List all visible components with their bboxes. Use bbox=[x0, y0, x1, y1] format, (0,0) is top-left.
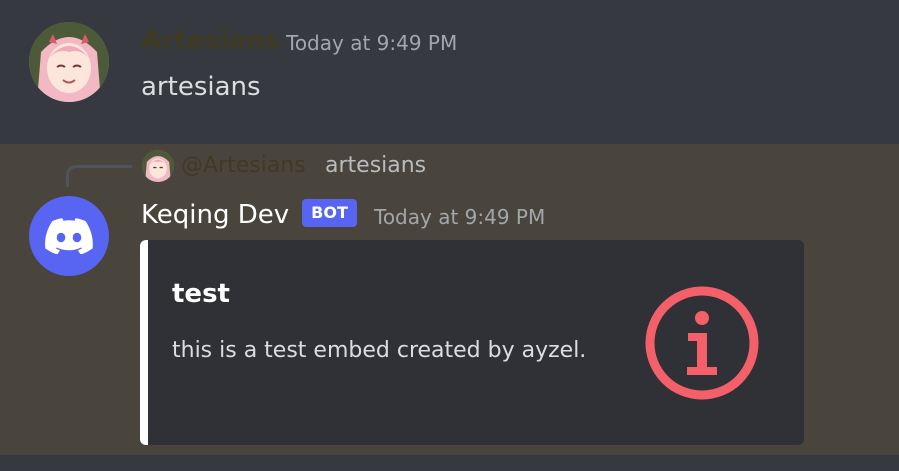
author-name[interactable]: Artesians bbox=[141, 24, 280, 58]
user-avatar[interactable] bbox=[29, 22, 109, 102]
anime-avatar-image bbox=[29, 22, 109, 102]
bot-author-name[interactable]: Keqing Dev bbox=[141, 198, 289, 232]
message-timestamp: Today at 9:49 PM bbox=[374, 205, 546, 229]
reply-avatar[interactable] bbox=[142, 150, 174, 182]
anime-avatar-image bbox=[142, 150, 174, 182]
message-timestamp: Today at 9:49 PM bbox=[286, 31, 458, 55]
reply-connector bbox=[66, 165, 132, 187]
message-embed: test this is a test embed created by ayz… bbox=[140, 240, 804, 445]
message-1: Artesians Today at 9:49 PM artesians bbox=[0, 0, 899, 144]
info-icon[interactable] bbox=[644, 285, 760, 401]
message-content: artesians bbox=[141, 72, 261, 102]
bot-badge: BOT bbox=[302, 199, 357, 227]
bot-avatar[interactable] bbox=[29, 196, 109, 276]
chat-bottom-area bbox=[0, 455, 899, 471]
embed-accent-bar bbox=[140, 240, 148, 445]
embed-title: test bbox=[172, 279, 230, 309]
reply-preview-text[interactable]: artesians bbox=[325, 151, 426, 181]
reply-mention[interactable]: @Artesians bbox=[181, 151, 306, 181]
embed-description: this is a test embed created by ayzel. bbox=[172, 338, 587, 363]
discord-logo-icon bbox=[45, 218, 93, 254]
